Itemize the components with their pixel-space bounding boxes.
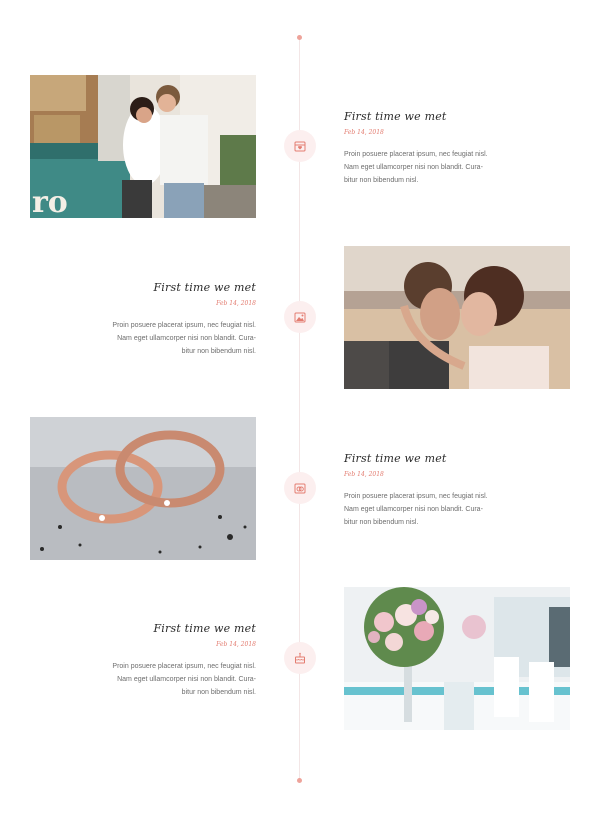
event-title: First time we met bbox=[153, 622, 256, 635]
timeline-start-dot bbox=[297, 35, 302, 40]
event-description: Proin posuere placerat ipsum, nec feugia… bbox=[112, 322, 256, 355]
event-title: First time we met bbox=[153, 281, 256, 294]
svg-text:ro: ro bbox=[32, 185, 68, 218]
timeline-item: First time we met Feb 14, 2018 Proin pos… bbox=[0, 417, 600, 560]
photo-heart-icon bbox=[284, 301, 316, 333]
wedding-rings-photo bbox=[30, 417, 256, 560]
event-description: Proin posuere placerat ipsum, nec feugia… bbox=[344, 151, 488, 184]
timeline-item: First time we met Feb 14, 2018 Proin pos… bbox=[0, 246, 600, 389]
couple-van-photo: ro bbox=[30, 75, 256, 218]
timeline-item: ro First time we met Feb 14, 2018 Proin … bbox=[0, 75, 600, 218]
couple-kiss-photo bbox=[344, 246, 570, 389]
cake-icon bbox=[284, 642, 316, 674]
calendar-heart-icon bbox=[284, 130, 316, 162]
wedding-flowers-photo bbox=[344, 587, 570, 730]
timeline-text: First time we met Feb 14, 2018 Proin pos… bbox=[344, 452, 556, 529]
rings-icon bbox=[284, 472, 316, 504]
timeline-item: First time we met Feb 14, 2018 Proin pos… bbox=[0, 587, 600, 730]
event-date: Feb 14, 2018 bbox=[344, 471, 384, 478]
event-description: Proin posuere placerat ipsum, nec feugia… bbox=[112, 663, 256, 696]
event-date: Feb 14, 2018 bbox=[344, 129, 384, 136]
timeline-text: First time we met Feb 14, 2018 Proin pos… bbox=[44, 622, 256, 699]
event-title: First time we met bbox=[344, 110, 447, 123]
event-title: First time we met bbox=[344, 452, 447, 465]
timeline-end-dot bbox=[297, 778, 302, 783]
timeline-text: First time we met Feb 14, 2018 Proin pos… bbox=[344, 110, 556, 187]
timeline-text: First time we met Feb 14, 2018 Proin pos… bbox=[44, 281, 256, 358]
event-description: Proin posuere placerat ipsum, nec feugia… bbox=[344, 493, 488, 526]
event-date: Feb 14, 2018 bbox=[216, 300, 256, 307]
event-date: Feb 14, 2018 bbox=[216, 641, 256, 648]
